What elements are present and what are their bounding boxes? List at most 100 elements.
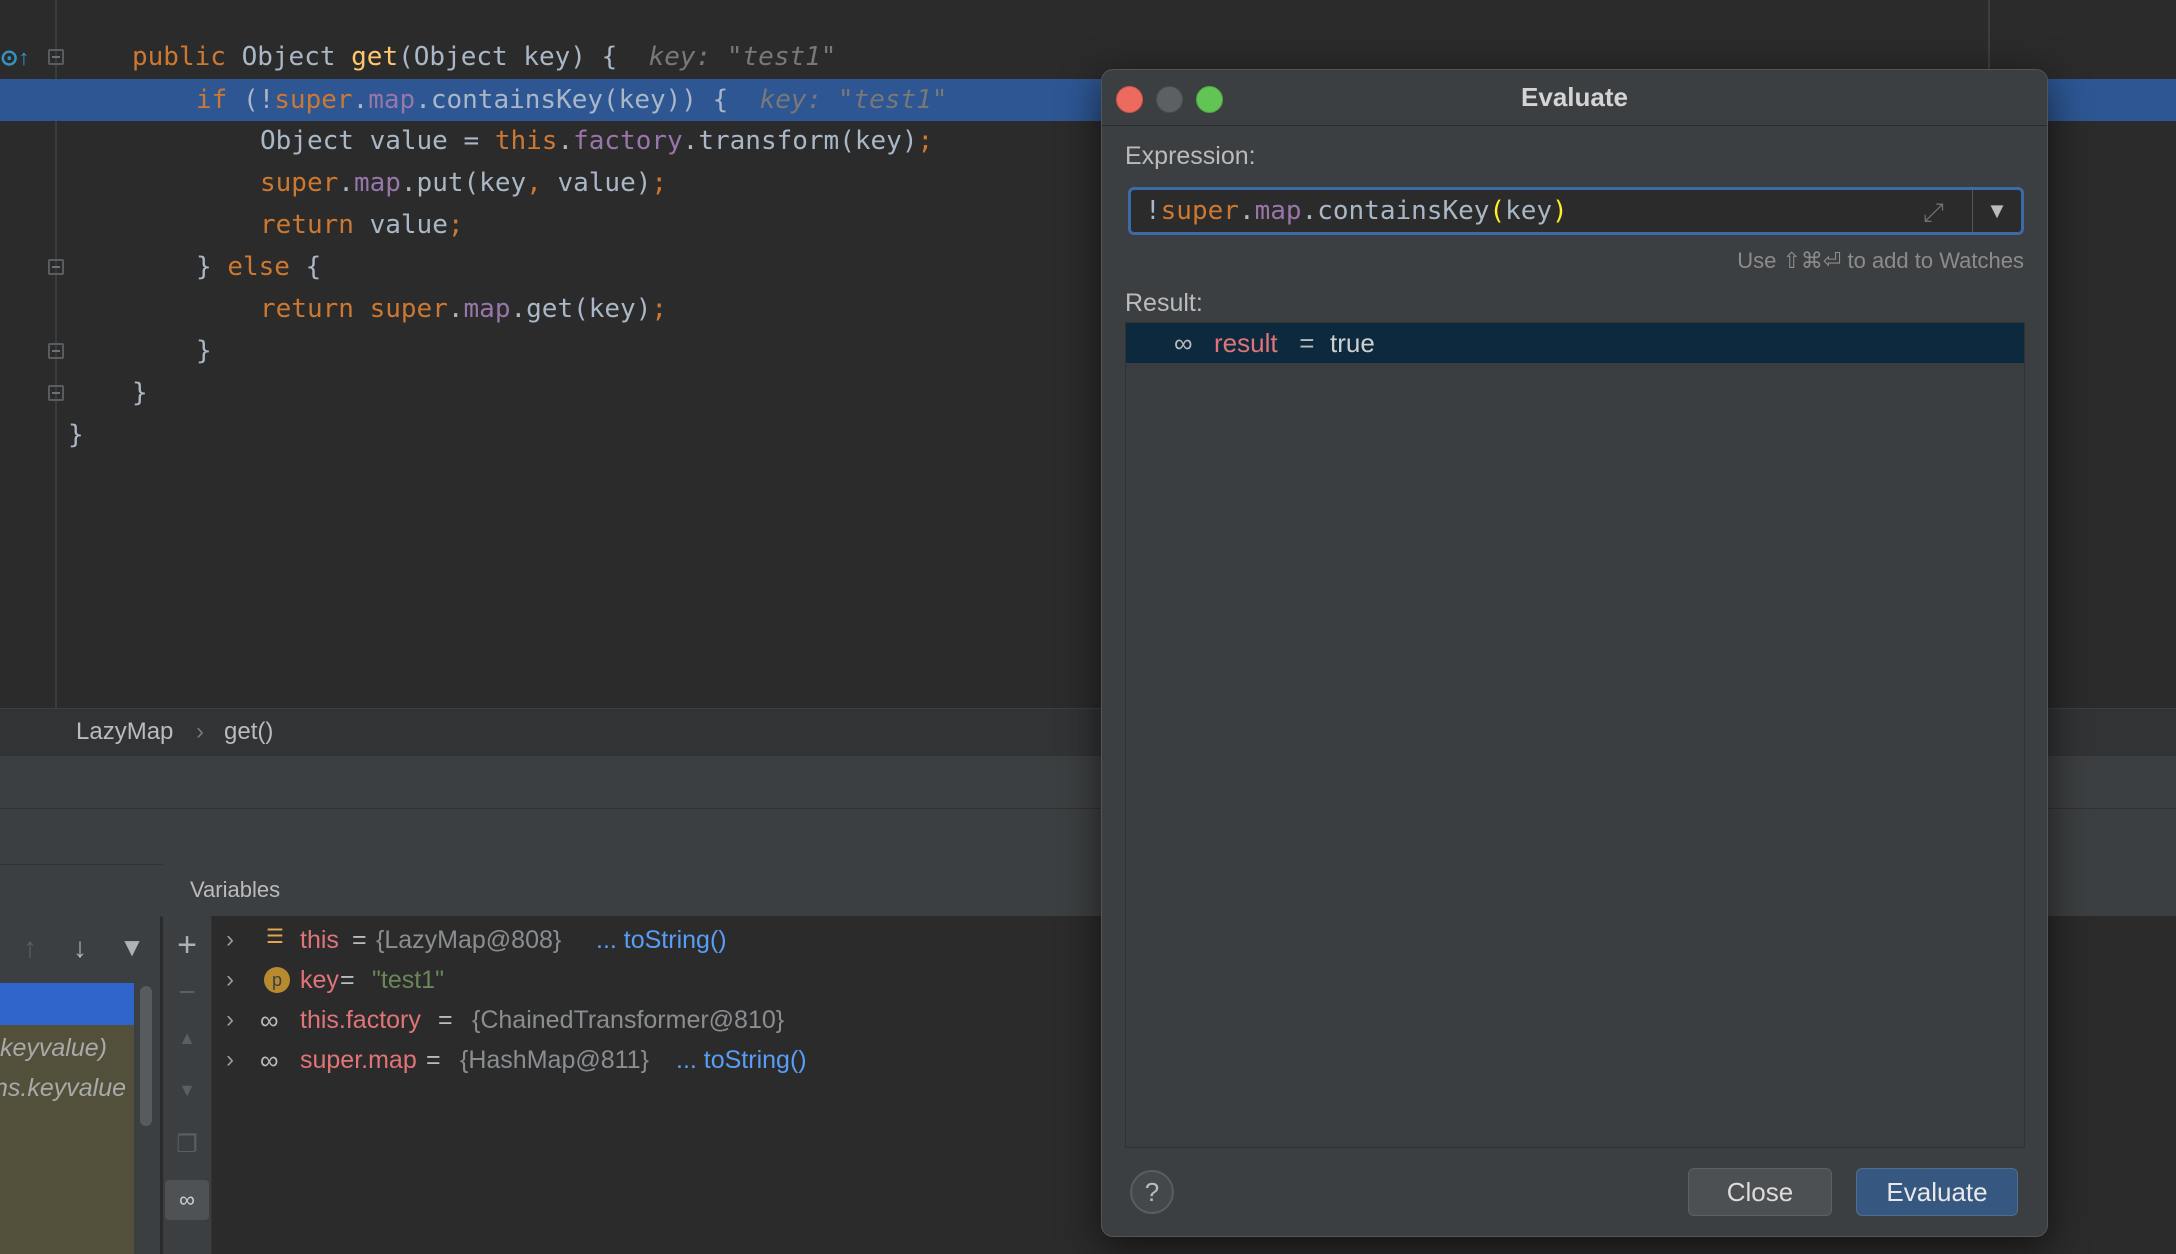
code-token: , xyxy=(526,168,558,198)
remove-watch-icon[interactable]: − xyxy=(163,976,211,1010)
to-string-link[interactable]: ... toString() xyxy=(676,1040,807,1080)
add-to-watches-hint: Use ⇧⌘⏎ to add to Watches xyxy=(1737,248,2024,273)
parameter-icon: p xyxy=(264,967,290,993)
code-token: get xyxy=(351,42,399,72)
result-label: Result: xyxy=(1125,289,1203,317)
code-token: .transform(key) xyxy=(682,126,918,156)
move-down-icon[interactable]: ▼ xyxy=(163,1080,211,1101)
add-watch-icon[interactable]: + xyxy=(163,926,211,965)
chevron-right-icon[interactable]: › xyxy=(226,1000,234,1040)
variable-row-key[interactable]: › p key = "test1" xyxy=(212,960,1112,1000)
variable-equals: = xyxy=(426,1046,441,1074)
frames-pane: ↑ ↓ ▼ keyvalue) ns.keyvalue xyxy=(0,916,161,1254)
to-string-link[interactable]: ... toString() xyxy=(596,920,727,960)
code-token: key xyxy=(1505,196,1553,226)
close-button[interactable]: Close xyxy=(1688,1168,1832,1216)
frames-header xyxy=(0,864,163,917)
code-token: } xyxy=(132,378,148,408)
expand-editor-icon[interactable]: ⤢ xyxy=(1923,197,1944,229)
code-token: Object xyxy=(241,42,352,72)
variable-row-this[interactable]: › ☰ this = {LazyMap@808} ... toString() xyxy=(212,920,1112,960)
code-token: ; xyxy=(651,294,668,324)
chevron-right-icon[interactable]: › xyxy=(226,1040,234,1080)
code-token: .containsKey(key)) { xyxy=(415,85,729,115)
variable-row-this-factory[interactable]: › ∞ this.factory = {ChainedTransformer@8… xyxy=(212,1000,1112,1040)
code-token: . xyxy=(447,294,464,324)
code-token: . xyxy=(557,126,574,156)
selected-frame[interactable] xyxy=(0,983,134,1025)
code-token: factory xyxy=(573,126,683,156)
arrow-down-icon[interactable]: ↓ xyxy=(56,932,104,964)
code-token: .get(key) xyxy=(510,294,652,324)
result-name: result xyxy=(1214,328,1278,358)
variable-value: {HashMap@811} xyxy=(460,1046,649,1074)
code-token: super xyxy=(1160,196,1239,226)
breadcrumb-separator: › xyxy=(196,718,204,745)
result-tree: ∞ result = true xyxy=(1125,322,2025,1148)
breadcrumb-class[interactable]: LazyMap xyxy=(76,709,173,755)
dialog-title-bar[interactable]: Evaluate xyxy=(1102,70,2047,126)
watch-glasses-icon: ∞ xyxy=(1174,328,1193,358)
inline-value-hint: key: "test1" xyxy=(617,42,837,72)
code-token: . xyxy=(338,168,354,198)
filter-icon[interactable]: ▼ xyxy=(108,932,156,963)
field-list-icon: ☰ xyxy=(266,926,284,948)
copy-icon[interactable]: ❐ xyxy=(163,1130,211,1159)
arrow-up-icon[interactable]: ↑ xyxy=(6,932,54,964)
code-token: (Object key) { xyxy=(398,42,618,72)
code-token: { xyxy=(305,252,322,282)
expression-label: Expression: xyxy=(1125,142,1256,170)
maximize-window-button[interactable] xyxy=(1196,86,1223,113)
close-window-button[interactable] xyxy=(1116,86,1143,113)
code-token: map xyxy=(368,85,416,115)
glasses-icon: ∞ xyxy=(179,1187,195,1212)
result-equals: = xyxy=(1292,328,1322,358)
variable-value: "test1" xyxy=(372,966,444,994)
variables-title: Variables xyxy=(190,877,281,902)
result-row[interactable]: ∞ result = true xyxy=(1126,323,2024,363)
code-token: ; xyxy=(651,168,668,198)
code-token: .put(key xyxy=(400,168,527,198)
move-up-icon[interactable]: ▲ xyxy=(163,1028,211,1049)
frame-item[interactable]: ns.keyvalue xyxy=(0,1068,134,1108)
code-token: . xyxy=(352,85,369,115)
expression-code[interactable]: !super.map.containsKey(key) xyxy=(1145,190,1568,232)
variable-value: {LazyMap@808} xyxy=(376,926,562,954)
frames-scrollbar[interactable] xyxy=(140,986,152,1126)
variable-name: super.map xyxy=(300,1046,417,1074)
code-token: . xyxy=(1238,196,1255,226)
code-token: super xyxy=(274,85,353,115)
minimize-window-button[interactable] xyxy=(1156,86,1183,113)
inline-value-hint: key: "test1" xyxy=(728,85,948,115)
expression-input[interactable]: !super.map.containsKey(key) ⤢ ▼ xyxy=(1128,187,2024,235)
code-token: map xyxy=(353,168,401,198)
dialog-title: Evaluate xyxy=(1521,82,1628,112)
code-token: return xyxy=(260,210,370,240)
variable-equals: = xyxy=(340,966,355,994)
show-watches-toggle[interactable]: ∞ xyxy=(165,1180,209,1220)
evaluate-dialog: Evaluate Expression: !super.map.contains… xyxy=(1101,69,2048,1237)
variable-equals: = xyxy=(438,1006,453,1034)
code-token: ; xyxy=(917,126,934,156)
frame-item[interactable]: keyvalue) xyxy=(0,1028,134,1068)
help-button[interactable]: ? xyxy=(1130,1170,1174,1214)
variable-value: {ChainedTransformer@810} xyxy=(472,1006,785,1034)
code-token: public xyxy=(132,42,242,72)
evaluate-button[interactable]: Evaluate xyxy=(1856,1168,2018,1216)
variable-row-super-map[interactable]: › ∞ super.map = {HashMap@811} ... toStri… xyxy=(212,1040,1112,1080)
breadcrumb-method[interactable]: get() xyxy=(224,709,273,755)
watch-glasses-icon: ∞ xyxy=(260,1045,279,1075)
history-dropdown-button[interactable]: ▼ xyxy=(1972,190,2021,232)
variable-name: this.factory xyxy=(300,1006,421,1034)
variables-toolbar: + − ▲ ▼ ❐ ∞ xyxy=(163,916,212,1254)
code-token: ( xyxy=(1489,196,1506,226)
variable-name: key xyxy=(300,966,339,994)
chevron-right-icon[interactable]: › xyxy=(226,960,234,1000)
code-token: map xyxy=(463,294,511,324)
chevron-right-icon[interactable]: › xyxy=(226,920,234,960)
code-token: (! xyxy=(242,85,275,115)
code-token: value) xyxy=(557,168,652,198)
variable-name: this xyxy=(300,926,339,954)
chevron-down-icon: ▼ xyxy=(1986,198,2008,223)
code-token: else xyxy=(227,252,306,282)
